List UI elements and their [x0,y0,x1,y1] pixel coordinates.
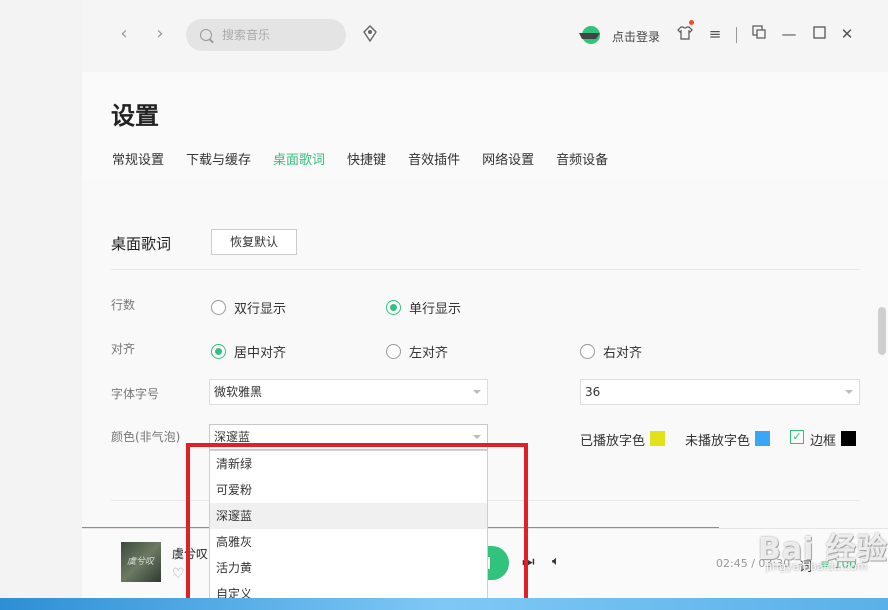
color-scheme-dropdown: 清新绿 可爱粉 深邃蓝 高雅灰 活力黄 自定义 [209,450,488,605]
border-checkbox[interactable]: ✓ [790,430,804,444]
watermark-url: jingyan.baidu.com [766,560,868,573]
album-cover[interactable]: 虞兮叹 [121,542,161,582]
chevron-down-icon [845,390,853,394]
dropdown-option-elegant-gray[interactable]: 高雅灰 [210,529,487,555]
dropdown-option-vibrant-yellow[interactable]: 活力黄 [210,555,487,581]
radio-label: 单行显示 [409,302,462,317]
dropdown-option-cute-pink[interactable]: 可爱粉 [210,477,487,503]
search-placeholder: 搜索音乐 [222,28,271,42]
color-label: 颜色(非气泡) [111,430,181,444]
close-icon[interactable]: ✕ [838,25,856,43]
lines-label: 行数 [111,298,136,312]
radio-icon [211,300,226,315]
minimize-icon[interactable]: — [780,25,798,43]
radio-double-line[interactable]: 双行显示 [211,298,286,317]
dropdown-option-fresh-green[interactable]: 清新绿 [210,451,487,477]
font-label: 字体字号 [111,387,160,401]
align-label: 对齐 [111,342,136,356]
taskbar [0,598,888,610]
search-input[interactable]: 搜索音乐 [186,19,346,51]
radio-label: 右对齐 [603,346,643,361]
heart-icon[interactable]: ♡ [172,566,185,582]
back-icon[interactable]: ‹ [114,24,134,44]
app-window: ‹ › 搜索音乐 点击登录 ≡ — ✕ 设置 常规设置 下载与缓存 桌面歌词 快… [82,0,888,606]
font-size-select[interactable]: 36 [580,379,860,405]
section-title: 桌面歌词 [111,235,172,253]
mini-mode-icon[interactable] [750,25,768,43]
radio-align-center[interactable]: 居中对齐 [211,342,286,361]
played-color-swatch[interactable] [650,431,665,446]
notification-dot [689,20,694,25]
divider [736,27,737,43]
divider [111,269,860,270]
border-color-swatch[interactable] [841,431,856,446]
tab-general[interactable]: 常规设置 [112,149,164,179]
radio-icon [386,300,401,315]
menu-icon[interactable]: ≡ [706,25,724,43]
tab-audio-device[interactable]: 音频设备 [556,149,608,179]
left-strip [0,0,82,598]
titlebar: ‹ › 搜索音乐 点击登录 ≡ — ✕ [82,0,888,72]
avatar[interactable] [578,25,602,45]
radio-align-left[interactable]: 左对齐 [386,342,448,361]
select-value: 微软雅黑 [214,385,263,399]
color-scheme-select[interactable]: 深邃蓝 [209,424,488,450]
dropdown-option-deep-blue[interactable]: 深邃蓝 [210,503,487,529]
login-link[interactable]: 点击登录 [612,28,660,45]
played-color-label: 已播放字色 [580,434,646,449]
song-title[interactable]: 虞兮叹 [172,545,208,562]
select-value: 36 [585,385,601,399]
search-icon [200,29,212,41]
skin-icon[interactable] [676,25,694,43]
forward-icon[interactable]: › [150,24,170,44]
page-title: 设置 [111,102,159,130]
border-label: 边框 [810,434,837,449]
tab-network[interactable]: 网络设置 [482,149,534,179]
tab-desktop-lyrics[interactable]: 桌面歌词 [273,149,325,184]
tab-sound-effects[interactable]: 音效插件 [408,149,460,179]
radio-single-line[interactable]: 单行显示 [386,298,461,317]
unplayed-color-swatch[interactable] [755,431,770,446]
unplayed-color-label: 未播放字色 [685,434,751,449]
maximize-icon[interactable] [810,25,828,43]
restore-default-button[interactable]: 恢复默认 [211,229,297,255]
radio-label: 居中对齐 [234,346,287,361]
voice-search-icon[interactable] [361,25,379,43]
radio-align-right[interactable]: 右对齐 [580,342,642,361]
volume-icon[interactable]: 🔈︎ [552,554,560,569]
cover-art-text: 虞兮叹 [127,557,155,567]
radio-icon [386,344,401,359]
radio-label: 双行显示 [234,302,287,317]
chevron-down-icon [473,390,481,394]
chevron-down-icon [473,435,481,439]
tab-shortcuts[interactable]: 快捷键 [347,149,386,179]
tab-download-cache[interactable]: 下载与缓存 [186,149,251,179]
radio-label: 左对齐 [409,346,449,361]
next-icon[interactable]: ⏭ [522,554,535,570]
font-family-select[interactable]: 微软雅黑 [209,379,488,405]
radio-icon [211,344,226,359]
scrollbar[interactable] [878,307,886,355]
radio-icon [580,344,595,359]
select-value: 深邃蓝 [214,430,251,444]
settings-tabs: 常规设置 下载与缓存 桌面歌词 快捷键 音效插件 网络设置 音频设备 [112,149,630,184]
